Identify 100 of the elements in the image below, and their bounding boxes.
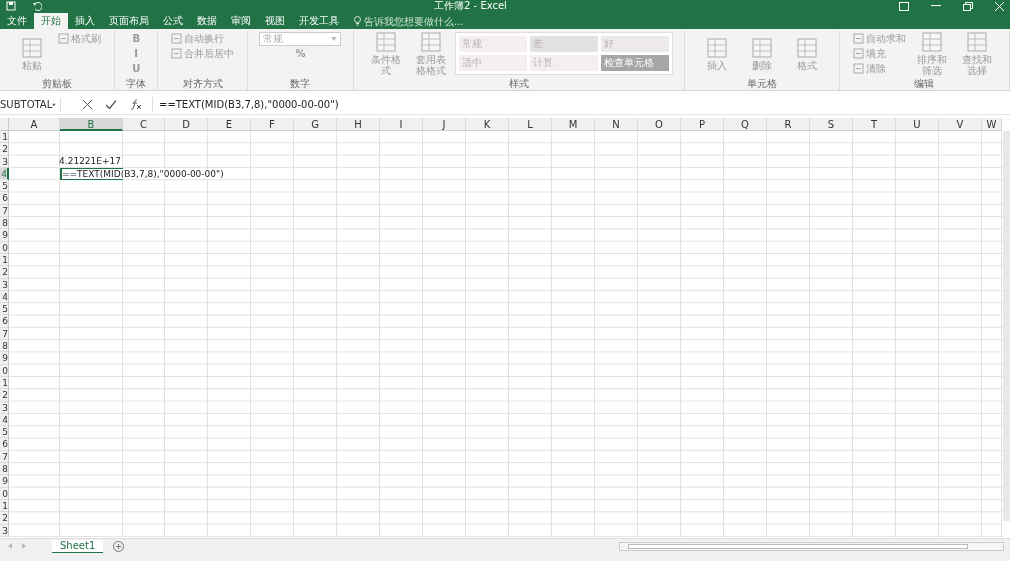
command-icon: [795, 36, 818, 59]
row-header[interactable]: 2: [0, 143, 9, 156]
sheet-tab[interactable]: Sheet1: [52, 539, 104, 553]
column-header[interactable]: L: [509, 118, 552, 131]
row-header[interactable]: 4: [0, 290, 9, 304]
cancel-icon[interactable]: [83, 100, 92, 109]
restore-icon[interactable]: [963, 1, 973, 11]
ribbon-tab[interactable]: 审阅: [224, 13, 258, 29]
save-icon[interactable]: [6, 1, 16, 11]
ribbon-tab[interactable]: 文件: [0, 13, 34, 29]
row-header[interactable]: 0: [0, 364, 9, 377]
column-header[interactable]: C: [123, 118, 165, 131]
row-header[interactable]: 0: [0, 487, 9, 500]
ribbon-tab[interactable]: 视图: [258, 13, 292, 29]
row-header[interactable]: 9: [0, 475, 9, 488]
checkmark-icon[interactable]: [106, 100, 116, 109]
column-header[interactable]: J: [423, 118, 466, 131]
row-header[interactable]: 6: [0, 315, 9, 328]
lightbulb-icon: [354, 16, 361, 26]
command-icon: [58, 33, 70, 44]
ribbon-tab[interactable]: 数据: [190, 13, 224, 29]
row-header[interactable]: 3: [0, 401, 9, 414]
cell-value: 4.21221E+17: [59, 155, 121, 167]
group-label: 编辑: [914, 77, 935, 90]
row-header[interactable]: 1: [0, 499, 9, 513]
horizontal-scrollbar[interactable]: [619, 541, 1004, 551]
column-header[interactable]: G: [294, 118, 337, 131]
undo-icon[interactable]: [32, 1, 42, 11]
column-header[interactable]: V: [939, 118, 982, 131]
column-header[interactable]: D: [165, 118, 208, 131]
tell-me-field[interactable]: 告诉我您想要做什么...: [354, 13, 504, 29]
ribbon-tab[interactable]: 插入: [68, 13, 102, 29]
column-header[interactable]: Q: [724, 118, 767, 131]
row-header[interactable]: 7: [0, 327, 9, 341]
column-header[interactable]: B: [60, 118, 123, 131]
row-header[interactable]: 2: [0, 266, 9, 279]
minimize-icon[interactable]: [931, 5, 941, 7]
column-header[interactable]: E: [208, 118, 251, 131]
formula-field[interactable]: ==TEXT(MID(B3,7,8),"0000-00-00"): [152, 97, 1010, 112]
column-header[interactable]: N: [595, 118, 638, 131]
row-header[interactable]: 5: [0, 303, 9, 316]
command-icon: [171, 33, 183, 44]
command-icon: [705, 36, 728, 59]
group-label: 样式: [508, 77, 529, 90]
row-header[interactable]: 2: [0, 389, 9, 402]
row-header[interactable]: 9: [0, 229, 9, 242]
group-label: 数字: [290, 77, 311, 90]
row-header[interactable]: 6: [0, 438, 9, 451]
column-header[interactable]: K: [466, 118, 509, 131]
row-header[interactable]: 9: [0, 352, 9, 365]
column-header[interactable]: S: [810, 118, 853, 131]
column-header[interactable]: W: [982, 118, 1002, 131]
ribbon-tab[interactable]: 公式: [156, 13, 190, 29]
function-icon[interactable]: [130, 99, 142, 110]
row-header[interactable]: 7: [0, 204, 9, 218]
row-header[interactable]: 1: [0, 376, 9, 390]
command-icon: [852, 48, 864, 59]
row-header[interactable]: 0: [0, 241, 9, 254]
column-header[interactable]: O: [638, 118, 681, 131]
row-header[interactable]: 3: [0, 524, 9, 537]
close-icon[interactable]: [995, 1, 1004, 11]
caret-icon: [331, 36, 338, 41]
group-label: 字体: [126, 77, 147, 90]
column-header[interactable]: P: [681, 118, 724, 131]
row-header[interactable]: 6: [0, 192, 9, 205]
column-header[interactable]: T: [853, 118, 896, 131]
row-header[interactable]: 5: [0, 180, 9, 193]
row-header[interactable]: 3: [0, 155, 9, 168]
column-header[interactable]: U: [896, 118, 939, 131]
add-sheet-icon[interactable]: [113, 540, 125, 552]
window-title: 工作簿2 - Excel: [434, 0, 507, 12]
group-label: 单元格: [746, 77, 777, 90]
row-header[interactable]: 4: [0, 413, 9, 427]
caret-icon: [52, 102, 56, 107]
row-header[interactable]: 2: [0, 512, 9, 525]
column-header[interactable]: H: [337, 118, 380, 131]
vertical-scrollbar[interactable]: [1003, 131, 1010, 521]
group-label: 剪贴板: [42, 77, 73, 90]
cell-editor[interactable]: ==TEXT(MID(B3,7,8),"0000-00-00"): [62, 168, 226, 179]
ribbon-tab[interactable]: 页面布局: [102, 13, 156, 29]
command-icon: [750, 36, 773, 59]
column-header[interactable]: F: [251, 118, 294, 131]
group-label: 对齐方式: [182, 77, 223, 90]
command-icon: [21, 36, 44, 59]
column-header[interactable]: R: [767, 118, 810, 131]
row-header[interactable]: 5: [0, 426, 9, 439]
command-icon: [852, 33, 864, 44]
command-icon: [171, 48, 183, 59]
ribbon-tab[interactable]: 开始: [34, 13, 68, 29]
column-header[interactable]: A: [9, 118, 60, 131]
ribbon-display-icon[interactable]: [899, 1, 909, 11]
row-header[interactable]: 1: [0, 131, 9, 144]
name-box[interactable]: SUBTOTAL: [0, 97, 61, 112]
column-header[interactable]: I: [380, 118, 423, 131]
row-header[interactable]: 7: [0, 450, 9, 463]
column-header[interactable]: M: [552, 118, 595, 131]
command-icon: [852, 63, 864, 74]
row-header[interactable]: 3: [0, 278, 9, 291]
ribbon-tab[interactable]: 开发工具: [292, 13, 346, 29]
row-header[interactable]: 1: [0, 253, 9, 267]
